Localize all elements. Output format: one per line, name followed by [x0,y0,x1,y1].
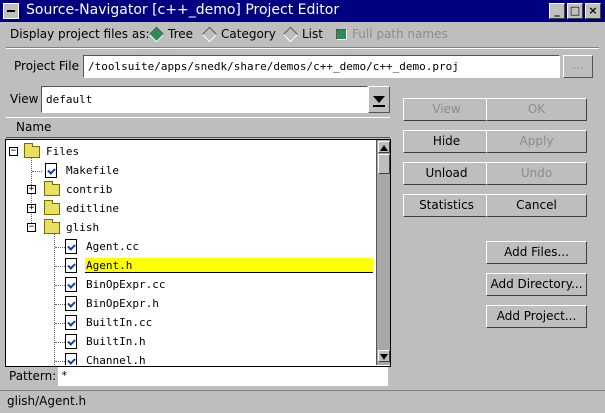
add-directory-button[interactable]: Add Directory... [486,273,587,296]
view-label: View [10,92,39,106]
folder-icon [44,200,60,215]
file-icon [65,277,77,292]
tree-item-label: Agent.h [85,258,373,273]
tree-row-files[interactable]: − Files [6,142,373,161]
view-dropdown-button[interactable] [368,86,390,113]
window-title: Source-Navigator [c++_demo] Project Edit… [26,2,340,18]
pattern-label: Pattern: [9,369,57,383]
category-radio[interactable] [201,26,218,43]
tree-item-label: BinOpExpr.cc [86,278,166,291]
close-button[interactable]: × [585,3,601,19]
tree-scrollbar[interactable] [376,140,390,365]
arrow-down-icon [380,354,388,360]
window-menu-icon[interactable] [3,3,19,19]
view-button[interactable]: View [403,98,490,121]
tree-item-label: Agent.cc [86,240,139,253]
name-column-header[interactable]: Name [6,117,390,138]
tree-item-label: glish [66,221,100,234]
tree-row-builtin-cc[interactable]: BuiltIn.cc [6,313,373,332]
scroll-thumb[interactable] [378,154,390,174]
file-icon [65,315,77,330]
full-path-label: Full path names [352,27,448,41]
tree-radio-label[interactable]: Tree [168,27,193,41]
full-path-checkbox[interactable] [336,29,347,40]
browse-button[interactable]: ... [563,55,593,78]
file-icon [65,258,77,273]
expand-toggle-icon[interactable]: + [27,204,36,213]
tree-row-binopexpr-cc[interactable]: BinOpExpr.cc [6,275,373,294]
folder-icon [24,143,40,158]
apply-button[interactable]: Apply [486,130,587,153]
tree-item-label: Files [46,145,80,158]
category-radio-label[interactable]: Category [221,27,276,41]
folder-icon [44,181,60,196]
tree-row-agent-cc[interactable]: Agent.cc [6,237,373,256]
tree-row-channel-h[interactable]: Channel.h [6,351,373,365]
tree-connector [32,171,42,172]
tree-item-label: BuiltIn.cc [86,316,153,329]
file-icon [65,239,77,254]
maximize-button[interactable]: □ [567,3,583,19]
status-bar: glish/Agent.h [0,390,605,413]
title-bar[interactable]: Source-Navigator [c++_demo] Project Edit… [0,0,605,22]
cancel-button[interactable]: Cancel [486,194,587,217]
list-radio[interactable] [282,26,299,43]
tree-row-binopexpr-h[interactable]: BinOpExpr.h [6,294,373,313]
view-combo-input[interactable]: default [41,86,368,113]
unload-button[interactable]: Unload [403,162,490,185]
pattern-input[interactable]: * [58,367,388,386]
file-icon [65,296,77,311]
tree-item-label: BuiltIn.h [86,335,146,348]
file-tree[interactable]: − Files Makefile + contrib + editline − … [6,140,377,365]
arrow-up-icon [380,145,388,151]
hide-button[interactable]: Hide [403,130,490,153]
chevron-down-icon [373,96,385,107]
tree-connector [55,266,65,267]
tree-item-label: editline [66,202,119,215]
folder-icon [44,219,60,234]
collapse-toggle-icon[interactable]: − [9,147,18,156]
scroll-up-button[interactable] [378,141,390,153]
tree-item-label: contrib [66,183,113,196]
tree-row-builtin-h[interactable]: BuiltIn.h [6,332,373,351]
tree-radio[interactable] [148,26,165,43]
ok-button[interactable]: OK [486,98,587,121]
tree-connector [55,285,65,286]
file-icon [65,334,77,349]
file-icon [65,353,77,365]
display-as-label: Display project files as: [10,27,150,41]
expand-toggle-icon[interactable]: + [27,185,36,194]
divider [6,47,599,49]
add-project-button[interactable]: Add Project... [486,305,587,328]
tree-row-agent-h[interactable]: Agent.h [6,256,373,275]
tree-row-contrib[interactable]: + contrib [6,180,373,199]
tree-row-glish[interactable]: − glish [6,218,373,237]
tree-connector [55,361,65,362]
tree-connector [55,247,65,248]
tree-row-makefile[interactable]: Makefile [6,161,373,180]
minimize-button[interactable]: _ [549,3,565,19]
tree-row-editline[interactable]: + editline [6,199,373,218]
file-icon [45,163,57,178]
tree-connector [55,304,65,305]
statistics-button[interactable]: Statistics [403,194,490,217]
scroll-down-button[interactable] [378,350,390,362]
tree-item-label: Channel.h [86,354,146,365]
collapse-toggle-icon[interactable]: − [27,223,36,232]
tree-connector [55,323,65,324]
project-file-label: Project File [14,59,79,73]
undo-button[interactable]: Undo [486,162,587,185]
add-files-button[interactable]: Add Files... [486,241,587,264]
tree-item-label: BinOpExpr.h [86,297,159,310]
tree-connector [55,342,65,343]
project-file-input[interactable]: /toolsuite/apps/snedk/share/demos/c++_de… [83,55,560,78]
tree-item-label: Makefile [66,164,119,177]
list-radio-label[interactable]: List [302,27,323,41]
